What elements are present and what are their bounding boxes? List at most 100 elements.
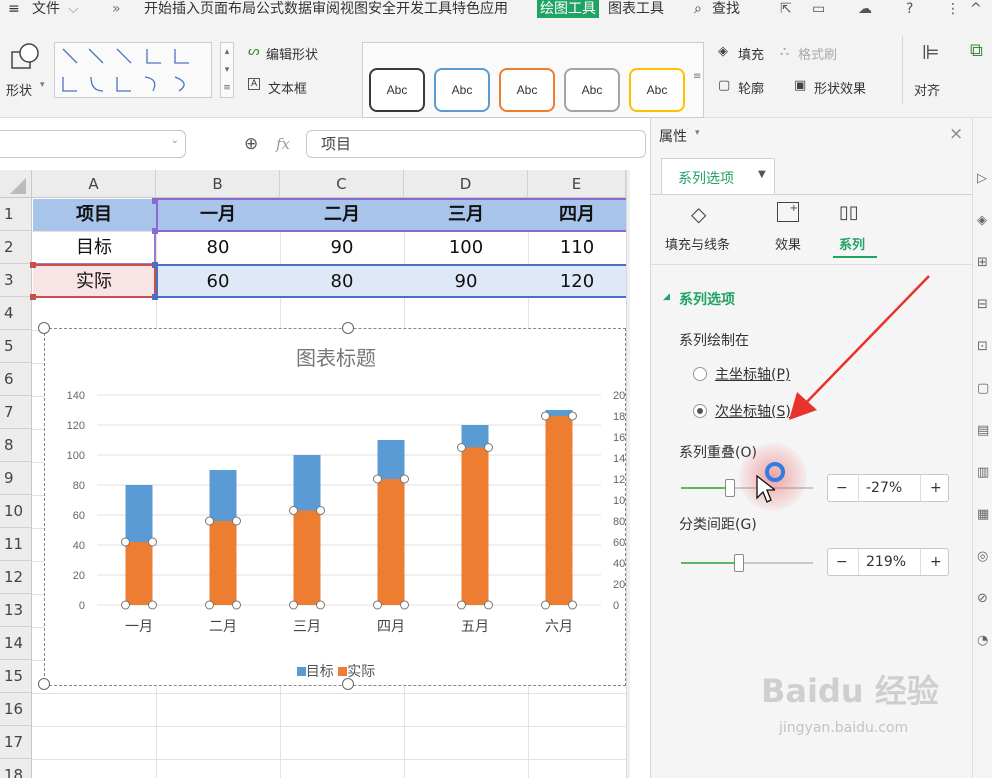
secondary-axis-radio[interactable]: [693, 404, 707, 418]
primary-axis-radio[interactable]: [693, 367, 707, 381]
bar-actual[interactable]: [461, 447, 489, 606]
bar-selection-handle[interactable]: [289, 506, 298, 515]
series-tab[interactable]: ▯▯ 系列: [833, 202, 877, 260]
shape-style-2[interactable]: Abc: [434, 68, 490, 112]
bar-selection-handle[interactable]: [400, 600, 409, 610]
cell-e2[interactable]: 110: [528, 232, 626, 264]
cell-b2[interactable]: 80: [156, 232, 280, 264]
shape-style-3[interactable]: Abc: [499, 68, 555, 112]
bar-selection-handle[interactable]: [541, 411, 550, 421]
fill-button[interactable]: 填充: [738, 44, 764, 63]
tab-data[interactable]: 数据: [284, 0, 312, 18]
cloud-icon[interactable]: ☁: [858, 0, 872, 18]
gallery-scroll[interactable]: ▴ ▾ ≡: [220, 42, 234, 98]
tab-formulas[interactable]: 公式: [256, 0, 284, 18]
save-icon[interactable]: ▭: [812, 0, 825, 18]
row-header-12[interactable]: 12: [0, 561, 32, 594]
bar-selection-handle[interactable]: [568, 600, 577, 610]
cell-c1[interactable]: 二月: [280, 199, 404, 231]
zoom-icon[interactable]: ⊕: [244, 134, 258, 154]
tab-home[interactable]: 开始: [144, 0, 172, 18]
shape-button[interactable]: 形状: [6, 80, 32, 99]
cell-a1[interactable]: 项目: [32, 199, 156, 231]
group-icon[interactable]: ⧉: [970, 40, 983, 61]
right-toolbar-icons[interactable]: ▷ ◈ ⊞ ⊟ ⊡ ▢ ▤ ▥ ▦ ◎ ⊘ ◔: [977, 158, 989, 662]
more-options-icon[interactable]: ⋮: [946, 0, 960, 18]
row-header-4[interactable]: 4: [0, 297, 32, 330]
row-header-15[interactable]: 15: [0, 660, 32, 693]
row-header-1[interactable]: 1: [0, 198, 32, 231]
bar-selection-handle[interactable]: [148, 537, 157, 547]
name-box[interactable]: ⌄: [0, 130, 186, 158]
primary-axis-label[interactable]: 主坐标轴(P): [715, 364, 790, 384]
tab-insert[interactable]: 插入: [172, 0, 200, 18]
bar-selection-handle[interactable]: [205, 600, 214, 610]
tab-view[interactable]: 视图: [340, 0, 368, 18]
outline-button[interactable]: 轮廓: [738, 78, 764, 97]
menu-file[interactable]: 文件: [32, 0, 60, 18]
pane-title-dropdown-icon[interactable]: ▾: [695, 128, 700, 138]
hamburger-menu-icon[interactable]: ≡: [8, 0, 20, 18]
gap-value[interactable]: 219%: [866, 549, 906, 575]
tab-drawing-tools[interactable]: 绘图工具: [537, 0, 599, 18]
search-icon[interactable]: ⌕: [694, 0, 702, 18]
close-icon[interactable]: ×: [949, 124, 963, 144]
bar-actual[interactable]: [293, 510, 321, 606]
row-header-18[interactable]: 18: [0, 759, 32, 778]
gap-decrement-button[interactable]: −: [836, 549, 848, 575]
column-chart[interactable]: 图表标题 140 120 100 80 60 40 20 0 20 18 16 14 12 10 80 60 40…: [45, 329, 627, 687]
bar-selection-handle[interactable]: [205, 516, 214, 526]
cell-a2[interactable]: 目标: [32, 232, 156, 264]
gallery-expand-icon[interactable]: ≡: [693, 71, 701, 82]
bar-actual[interactable]: [545, 416, 573, 605]
name-box-dropdown-icon[interactable]: ⌄: [171, 135, 179, 146]
row-header-16[interactable]: 16: [0, 693, 32, 726]
cell-b3[interactable]: 60: [156, 266, 280, 298]
search-button[interactable]: 查找: [712, 0, 740, 18]
shape-style-1[interactable]: Abc: [369, 68, 425, 112]
row-header-7[interactable]: 7: [0, 396, 32, 429]
bar-selection-handle[interactable]: [373, 600, 382, 610]
textbox-button[interactable]: 文本框: [268, 78, 307, 97]
align-button[interactable]: 对齐: [914, 80, 940, 99]
secondary-axis-label[interactable]: 次坐标轴(S): [715, 401, 791, 421]
gap-spinbox[interactable]: − 219% +: [827, 548, 949, 576]
tab-review[interactable]: 审阅: [312, 0, 340, 18]
overlap-slider-thumb[interactable]: [724, 479, 735, 497]
tab-security[interactable]: 安全: [368, 0, 396, 18]
tab-chart-tools[interactable]: 图表工具: [608, 0, 664, 18]
column-header-a[interactable]: A: [32, 170, 156, 198]
row-header-9[interactable]: 9: [0, 462, 32, 495]
row-header-17[interactable]: 17: [0, 726, 32, 759]
cell-d3[interactable]: 90: [404, 266, 528, 298]
row-header-3[interactable]: 3: [0, 264, 32, 297]
bar-selection-handle[interactable]: [148, 600, 157, 610]
bar-selection-handle[interactable]: [289, 600, 298, 610]
bar-selection-handle[interactable]: [121, 537, 130, 547]
column-header-e[interactable]: E: [528, 170, 626, 198]
chart-legend[interactable]: 目标 实际: [45, 661, 627, 681]
chart-resize-handle[interactable]: [38, 322, 50, 334]
overlap-increment-button[interactable]: +: [930, 475, 942, 501]
chevron-down-icon[interactable]: ⌵: [68, 0, 79, 18]
column-header-b[interactable]: B: [156, 170, 280, 198]
row-header-11[interactable]: 11: [0, 528, 32, 561]
cell-c3[interactable]: 80: [280, 266, 404, 298]
cell-d2[interactable]: 100: [404, 232, 528, 264]
bar-actual[interactable]: [125, 542, 153, 605]
bar-selection-handle[interactable]: [316, 506, 325, 515]
collapse-icon[interactable]: ^: [970, 0, 982, 18]
bar-selection-handle[interactable]: [484, 443, 493, 452]
shape-style-4[interactable]: Abc: [564, 68, 620, 112]
chart-resize-handle[interactable]: [342, 322, 354, 334]
section-title[interactable]: 系列选项: [679, 289, 735, 309]
row-header-5[interactable]: 5: [0, 330, 32, 363]
bar-selection-handle[interactable]: [373, 474, 382, 484]
tab-developer[interactable]: 开发工具: [396, 0, 452, 18]
bar-selection-handle[interactable]: [400, 474, 409, 484]
cell-c2[interactable]: 90: [280, 232, 404, 264]
row-header-13[interactable]: 13: [0, 594, 32, 627]
effects-tab[interactable]: + 效果: [771, 202, 811, 258]
bar-selection-handle[interactable]: [121, 600, 130, 610]
gap-increment-button[interactable]: +: [930, 549, 942, 575]
